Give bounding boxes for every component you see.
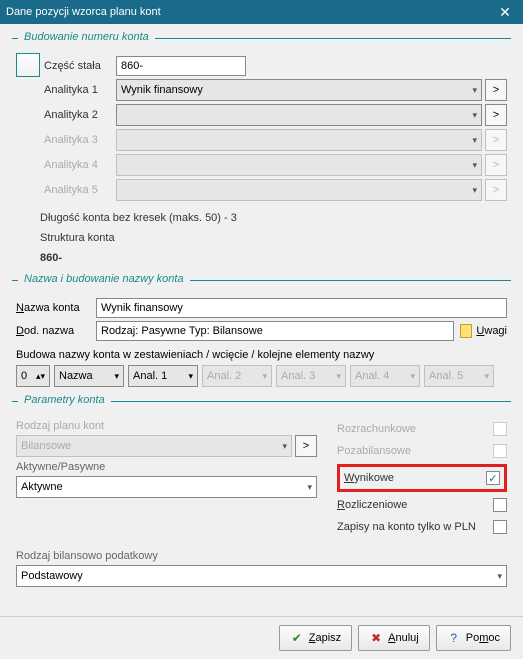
chevron-down-icon: ▾ — [472, 85, 477, 96]
help-icon: ? — [447, 631, 461, 645]
indent-spin[interactable]: 0▴▾ — [16, 365, 50, 387]
ap-label: Aktywne/Pasywne — [16, 461, 317, 473]
chk-rozlicz[interactable] — [493, 498, 507, 512]
plan-label: Rodzaj planu kont — [16, 420, 317, 432]
length-info: Długość konta bez kresek (maks. 50) - 3 — [40, 212, 507, 224]
struct-label: Struktura konta — [40, 232, 507, 244]
note-icon — [460, 324, 472, 338]
legend-params: Parametry konta — [18, 394, 111, 406]
ana1-label: Analityka 1 — [44, 84, 116, 96]
check-icon: ✔ — [290, 631, 304, 645]
chevron-down-icon: ▾ — [472, 110, 477, 121]
addname-input[interactable] — [96, 321, 454, 341]
tax-label: Rodzaj bilansowo podatkowy — [16, 550, 507, 562]
chevron-down-icon: ▾ — [472, 185, 477, 196]
close-icon[interactable]: ✕ — [493, 4, 517, 21]
ana3-label: Analityka 3 — [44, 134, 116, 146]
tax-select[interactable]: Podstawowy▾ — [16, 565, 507, 587]
const-input[interactable] — [116, 56, 246, 76]
chk-pozabil-label: Pozabilansowe — [337, 445, 411, 457]
window-title: Dane pozycji wzorca planu kont — [6, 6, 161, 18]
cancel-icon: ✖ — [369, 631, 383, 645]
chain-c3: Anal. 2▾ — [202, 365, 272, 387]
chain-c2[interactable]: Anal. 1▾ — [128, 365, 198, 387]
ana5-select: ▾ — [116, 179, 482, 201]
ana5-label: Analityka 5 — [44, 184, 116, 196]
cancel-button[interactable]: ✖Anuluj — [358, 625, 430, 651]
addname-label: Dod. nazwa — [16, 325, 96, 337]
chain-c5: Anal. 4▾ — [350, 365, 420, 387]
ana2-label: Analityka 2 — [44, 109, 116, 121]
plan-select: Bilansowe▾ — [16, 435, 292, 457]
const-label: Część stała — [44, 60, 116, 72]
struct-value: 860- — [40, 252, 507, 264]
chk-pozabil — [493, 444, 507, 458]
ana3-select: ▾ — [116, 129, 482, 151]
ana2-select[interactable]: ▾ — [116, 104, 482, 126]
chk-wynikowe[interactable]: ✓ — [486, 471, 500, 485]
plan-go-button[interactable]: > — [295, 435, 317, 457]
chk-rozrach — [493, 422, 507, 436]
ana4-go-button: > — [485, 154, 507, 176]
chk-rozlicz-label: Rozliczeniowe — [337, 499, 407, 511]
legend-build: Budowanie numeru konta — [18, 31, 155, 43]
name-input[interactable] — [96, 298, 507, 318]
chain-c1[interactable]: Nazwa▾ — [54, 365, 124, 387]
ana4-select: ▾ — [116, 154, 482, 176]
chk-wynikowe-label: Wynikowe — [344, 472, 394, 484]
ana1-select[interactable]: Wynik finansowy▾ — [116, 79, 482, 101]
chain-c6: Anal. 5▾ — [424, 365, 494, 387]
chain-c4: Anal. 3▾ — [276, 365, 346, 387]
ana1-go-button[interactable]: > — [485, 79, 507, 101]
name-label: NNazwa kontaazwa konta — [16, 302, 96, 314]
save-button[interactable]: ✔Zapisz — [279, 625, 352, 651]
notes-link[interactable]: Uwagi — [460, 324, 507, 338]
chk-pln[interactable] — [493, 520, 507, 534]
chk-pln-label: Zapisy na konto tylko w PLN — [337, 521, 476, 533]
ana5-go-button: > — [485, 179, 507, 201]
ana4-label: Analityka 4 — [44, 159, 116, 171]
ana2-go-button[interactable]: > — [485, 104, 507, 126]
form-icon — [16, 53, 40, 77]
ap-select[interactable]: Aktywne▾ — [16, 476, 317, 498]
legend-name: Nazwa i budowanie nazwy konta — [18, 273, 190, 285]
build-desc: Budowa nazwy konta w zestawieniach / wci… — [16, 349, 507, 361]
chevron-down-icon: ▾ — [472, 135, 477, 146]
chk-rozrach-label: Rozrachunkowe — [337, 423, 416, 435]
chevron-down-icon: ▾ — [472, 160, 477, 171]
help-button[interactable]: ?Pomoc — [436, 625, 511, 651]
ana3-go-button: > — [485, 129, 507, 151]
